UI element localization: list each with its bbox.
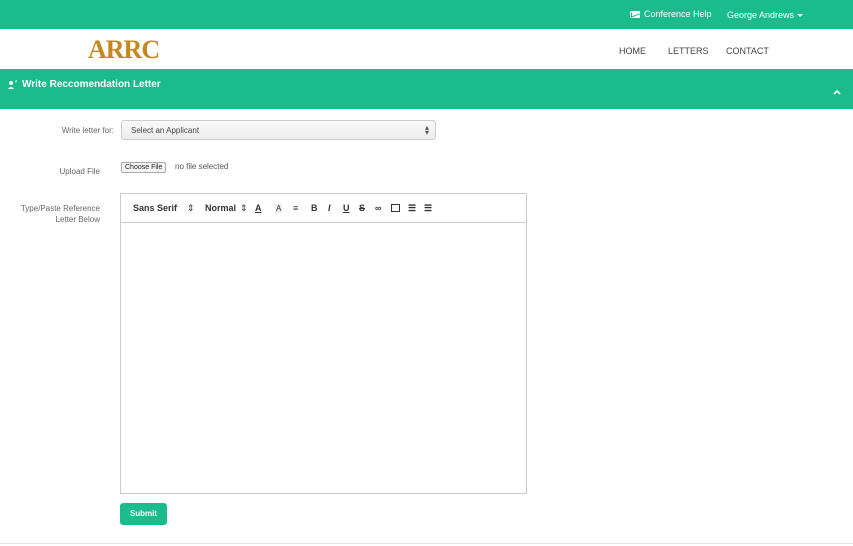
caret-down-icon [797,14,804,17]
rich-text-editor: Sans Serif ⇕ Normal ⇕ A A ≡ B I U S ∞ ☰ … [120,193,527,494]
italic-icon[interactable]: I [328,203,331,213]
panel-title-text: Write Reccomendation Letter [22,79,161,90]
panel-header: Write Reccomendation Letter [0,69,853,109]
font-picker-arrows-icon[interactable]: ⇕ [187,203,195,214]
nav-contact[interactable]: CONTACT [726,46,769,56]
writer-icon [8,79,17,89]
user-name: George Andrews [727,10,795,20]
underline-icon[interactable]: U [343,203,350,213]
upload-label: Upload File [59,167,100,176]
write-for-label: Write letter for: [61,126,114,135]
editor-toolbar: Sans Serif ⇕ Normal ⇕ A A ≡ B I U S ∞ ☰ … [121,194,526,223]
bullet-list-icon[interactable]: ☰ [408,203,416,214]
letter-label: Type/Paste Reference Letter Below [0,203,100,225]
image-icon[interactable] [391,204,400,212]
background-color-icon[interactable]: A [275,204,283,213]
envelope-icon [630,10,640,18]
letter-text-area[interactable] [121,223,526,493]
letter-label-line2: Letter Below [55,215,100,224]
logo-text: ARRC [88,35,160,64]
applicant-select-value: Select an Applicant [131,126,200,135]
text-color-icon[interactable]: A [255,203,262,213]
strikethrough-icon[interactable]: S [359,203,365,213]
header: ARRC HOME LETTERS CONTACT [0,29,853,69]
logo[interactable]: ARRC [88,35,160,65]
letter-label-line1: Type/Paste Reference [20,204,100,213]
ordered-list-icon[interactable]: ☰ [424,203,432,214]
user-menu[interactable]: George Andrews [727,10,804,20]
conference-help-link[interactable]: Conference Help [630,9,712,19]
applicant-select[interactable]: Select an Applicant ▴ ▾ [121,120,436,140]
file-status: no file selected [175,162,229,171]
nav-letters[interactable]: LETTERS [668,46,709,56]
size-picker[interactable]: Normal [205,203,236,213]
bold-icon[interactable]: B [311,203,318,213]
footer-divider [0,543,853,544]
chevron-up-icon[interactable] [833,89,841,95]
font-picker[interactable]: Sans Serif [133,203,177,213]
choose-file-button[interactable]: Choose File [121,162,167,173]
conference-help-label: Conference Help [644,9,712,19]
link-icon[interactable]: ∞ [375,203,381,213]
select-arrows-icon: ▴ ▾ [424,123,429,137]
panel-title: Write Reccomendation Letter [8,79,161,90]
top-bar: Conference Help George Andrews [0,0,853,29]
align-icon[interactable]: ≡ [293,203,298,213]
size-picker-arrows-icon[interactable]: ⇕ [240,203,248,214]
submit-button[interactable]: Submit [120,503,167,525]
nav-home[interactable]: HOME [619,46,646,56]
